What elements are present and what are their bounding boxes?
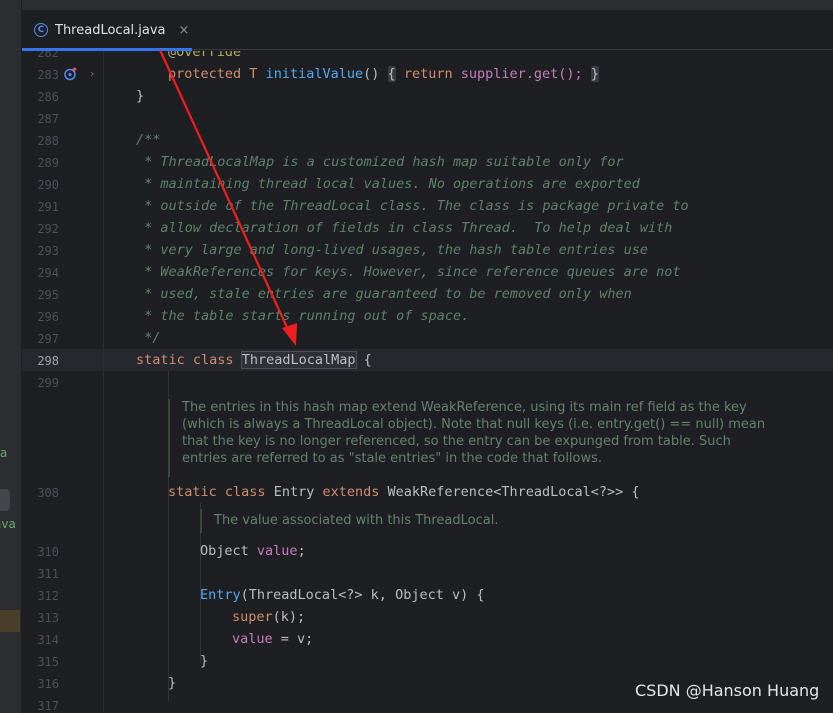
field-name: value bbox=[232, 631, 273, 647]
project-tree-selection bbox=[0, 489, 10, 511]
gutter-divider bbox=[103, 51, 104, 713]
comment-open[interactable]: /** bbox=[136, 129, 160, 151]
method-body: supplier.get(); bbox=[460, 66, 583, 82]
folded-region-close[interactable]: } bbox=[590, 66, 599, 82]
code-line[interactable]: static class Entry extends WeakReference… bbox=[168, 481, 640, 503]
comment-line[interactable]: * maintaining thread local values. No op… bbox=[136, 173, 640, 195]
code-line[interactable]: super(k); bbox=[232, 606, 305, 628]
code-line[interactable]: Entry(ThreadLocal<?> k, Object v) { bbox=[200, 584, 484, 606]
comment-line[interactable]: * WeakReferences for keys. However, sinc… bbox=[136, 261, 680, 283]
class-icon: C bbox=[34, 23, 48, 37]
overriding-method-icon[interactable] bbox=[64, 67, 78, 81]
type-name: Object bbox=[200, 543, 249, 559]
comment-close[interactable]: */ bbox=[136, 327, 160, 349]
constructor-name: Entry bbox=[200, 587, 241, 603]
editor-tab-bar: C ThreadLocal.java × bbox=[22, 10, 833, 51]
project-tree-fragment[interactable]: ava bbox=[0, 517, 16, 531]
line-number: 310 bbox=[37, 545, 59, 559]
line-number: 299 bbox=[37, 376, 59, 390]
tab-title: ThreadLocal.java bbox=[55, 22, 166, 38]
superclass: WeakReference<ThreadLocal<?>> { bbox=[387, 484, 640, 500]
close-icon[interactable]: × bbox=[179, 23, 190, 38]
code-line[interactable]: } bbox=[136, 85, 144, 107]
line-number: 293 bbox=[37, 244, 59, 258]
line-number-current: 298 bbox=[37, 354, 59, 368]
toolbar-strip bbox=[22, 0, 833, 10]
line-number: 287 bbox=[37, 112, 59, 126]
comment-line[interactable]: * allow declaration of fields in class T… bbox=[136, 217, 672, 239]
line-number: 308 bbox=[37, 486, 59, 500]
comment-line[interactable]: * used, stale entries are guaranteed to … bbox=[136, 283, 632, 305]
rendered-javadoc[interactable]: The value associated with this ThreadLoc… bbox=[200, 509, 600, 533]
chevron-right-icon[interactable]: › bbox=[90, 67, 94, 81]
line-number: 282 bbox=[37, 51, 59, 60]
project-tree-highlight bbox=[0, 610, 20, 632]
override-annotation: @Override bbox=[168, 51, 242, 60]
keyword: extends bbox=[322, 484, 380, 500]
line-number: 316 bbox=[37, 677, 59, 691]
assignment: = v; bbox=[272, 631, 314, 647]
line-number: 283 bbox=[37, 68, 59, 82]
line-number: 311 bbox=[37, 567, 59, 581]
field-name: value bbox=[256, 543, 298, 559]
line-number: 294 bbox=[37, 266, 59, 280]
comment-line[interactable]: * very large and long-lived usages, the … bbox=[136, 239, 648, 261]
type-name: T bbox=[249, 66, 258, 82]
keyword: static bbox=[168, 484, 217, 500]
keyword: protected bbox=[168, 66, 242, 82]
keyword: class bbox=[224, 484, 266, 500]
brace: } bbox=[168, 675, 177, 691]
line-number: 295 bbox=[37, 288, 59, 302]
project-tree-fragment[interactable]: a bbox=[0, 446, 7, 460]
rendered-javadoc[interactable]: The entries in this hash map extend Weak… bbox=[168, 399, 768, 477]
brace: } bbox=[200, 653, 209, 669]
keyword: class bbox=[192, 352, 234, 368]
code-line[interactable]: } bbox=[168, 672, 176, 694]
line-number: 296 bbox=[37, 310, 59, 324]
brace: } bbox=[136, 88, 145, 104]
line-number: 312 bbox=[37, 589, 59, 603]
brace: { bbox=[363, 352, 372, 368]
code-line[interactable]: } bbox=[200, 650, 208, 672]
method-name: initialValue bbox=[265, 66, 364, 82]
parens: () bbox=[363, 66, 380, 82]
keyword: static bbox=[136, 352, 185, 368]
code-line[interactable]: Object value; bbox=[200, 540, 306, 562]
keyword: return bbox=[403, 66, 453, 82]
code-line[interactable]: protected T initialValue() { return supp… bbox=[168, 63, 599, 85]
line-number: 286 bbox=[37, 90, 59, 104]
line-number: 314 bbox=[37, 633, 59, 647]
code-editor[interactable]: › 282 283 286 287 288 289 290 291 292 29… bbox=[22, 51, 833, 713]
line-number: 317 bbox=[37, 699, 59, 713]
project-panel-edge: a ava bbox=[0, 0, 22, 713]
folded-region-open[interactable]: { bbox=[387, 66, 396, 82]
comment-line[interactable]: * the table starts running out of space. bbox=[136, 305, 469, 327]
line-number: 297 bbox=[37, 332, 59, 346]
line-number: 290 bbox=[37, 178, 59, 192]
call-args: (k); bbox=[272, 609, 306, 625]
code-line[interactable]: value = v; bbox=[232, 628, 313, 650]
line-number: 288 bbox=[37, 134, 59, 148]
line-number: 313 bbox=[37, 611, 59, 625]
comment-line[interactable]: * ThreadLocalMap is a customized hash ma… bbox=[136, 151, 624, 173]
class-name-entry: Entry bbox=[273, 484, 315, 500]
class-name-threadlocalmap[interactable]: ThreadLocalMap bbox=[240, 351, 357, 369]
tab-threadlocal-java[interactable]: C ThreadLocal.java × bbox=[22, 10, 192, 51]
line-number: 315 bbox=[37, 655, 59, 669]
line-number: 289 bbox=[37, 156, 59, 170]
code-line-current[interactable]: static class ThreadLocalMap { bbox=[136, 349, 372, 371]
line-number: 292 bbox=[37, 222, 59, 236]
keyword: super bbox=[232, 609, 273, 625]
constructor-params: (ThreadLocal<?> k, Object v) { bbox=[240, 587, 485, 603]
semicolon: ; bbox=[297, 543, 306, 559]
comment-line[interactable]: * outside of the ThreadLocal class. The … bbox=[136, 195, 689, 217]
line-number: 291 bbox=[37, 200, 59, 214]
code-line[interactable]: @Override bbox=[168, 51, 241, 63]
watermark: CSDN @Hanson Huang bbox=[635, 681, 820, 700]
